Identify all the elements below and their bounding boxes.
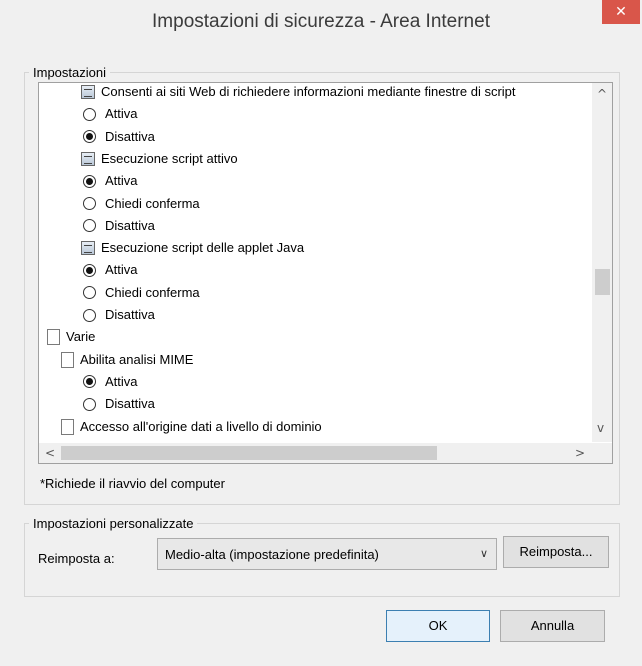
settings-group-legend: Impostazioni <box>33 65 106 80</box>
radio-option[interactable]: Disattiva <box>83 304 155 326</box>
document-icon <box>61 351 74 368</box>
vertical-scroll-thumb[interactable] <box>595 269 610 295</box>
tree-item-label: Chiedi conferma <box>105 284 200 300</box>
title-bar: Impostazioni di sicurezza - Area Interne… <box>0 0 642 42</box>
tree-item-label: Disattiva <box>105 396 155 412</box>
horizontal-scrollbar[interactable]: < > <box>39 443 592 463</box>
radio-empty-icon[interactable] <box>83 286 96 300</box>
tree-item-label: Disattiva <box>105 128 155 144</box>
tree-item-label: Attiva <box>105 106 138 122</box>
cancel-button[interactable]: Annulla <box>500 610 605 642</box>
radio-option[interactable]: Disattiva <box>83 393 155 415</box>
document-icon <box>47 329 60 346</box>
radio-option[interactable]: Chiedi conferma <box>83 193 200 215</box>
tree-item-label: Esecuzione script attivo <box>101 150 238 166</box>
tree-item-label: Consenti ai siti Web di richiedere infor… <box>101 84 516 99</box>
radio-empty-icon[interactable] <box>83 308 96 322</box>
settings-icon <box>81 241 95 256</box>
ok-button[interactable]: OK <box>386 610 490 642</box>
scroll-up-icon[interactable]: ^ <box>597 87 607 101</box>
document-icon <box>61 418 74 435</box>
radio-option[interactable]: Chiedi conferma <box>83 282 200 304</box>
radio-empty-icon[interactable] <box>83 107 96 121</box>
tree-item-label: Esecuzione script delle applet Java <box>101 240 305 256</box>
radio-option[interactable]: Attiva <box>83 170 138 192</box>
radio-empty-icon[interactable] <box>83 397 96 411</box>
tree-item-label: Abilita analisi MIME <box>80 351 194 367</box>
settings-icon <box>81 85 95 99</box>
tree-item-setting[interactable]: Esecuzione script delle applet Java <box>81 237 304 259</box>
reset-level-select[interactable]: Medio-alta (impostazione predefinita) ∨ <box>157 538 497 570</box>
scroll-down-icon[interactable]: v <box>597 421 604 435</box>
tree-item-label: Varie <box>66 329 96 345</box>
radio-option[interactable]: Disattiva <box>83 126 155 148</box>
tree-item-label: Accesso all'origine dati a livello di do… <box>80 418 322 434</box>
tree-item-subsetting[interactable]: Abilita analisi MIME <box>61 349 193 371</box>
radio-empty-icon[interactable] <box>83 219 96 233</box>
radio-selected-icon[interactable] <box>83 375 96 389</box>
tree-item-label: Attiva <box>105 173 138 189</box>
radio-selected-icon[interactable] <box>83 263 96 277</box>
scrollbar-corner <box>592 443 612 463</box>
horizontal-scroll-thumb[interactable] <box>61 446 437 460</box>
radio-option[interactable]: Attiva <box>83 259 138 281</box>
tree-item-setting[interactable]: Consenti ai siti Web di richiedere infor… <box>81 83 516 103</box>
chevron-down-icon: ∨ <box>479 547 488 560</box>
vertical-scrollbar[interactable]: ^ v <box>592 83 612 442</box>
tree-item-label: Attiva <box>105 373 138 389</box>
tree-item-subsetting[interactable]: Accesso all'origine dati a livello di do… <box>61 416 322 438</box>
tree-item-label: Disattiva <box>105 307 155 322</box>
radio-option[interactable]: Attiva <box>83 103 138 125</box>
close-button[interactable]: ✕ <box>602 0 640 24</box>
tree-item-label: Attiva <box>105 262 138 278</box>
radio-option[interactable]: Attiva <box>83 371 138 393</box>
radio-selected-icon[interactable] <box>83 174 96 188</box>
tree-item-category[interactable]: Varie <box>47 326 95 348</box>
reset-to-label: Reimposta a: <box>38 551 115 566</box>
reset-level-value: Medio-alta (impostazione predefinita) <box>165 547 379 562</box>
reset-button[interactable]: Reimposta... <box>503 536 609 568</box>
tree-item-label: Disattiva <box>105 217 155 233</box>
scroll-right-icon[interactable]: > <box>575 446 585 460</box>
custom-settings-legend: Impostazioni personalizzate <box>33 516 194 531</box>
restart-note: *Richiede il riavvio del computer <box>40 476 225 491</box>
close-icon: ✕ <box>615 4 627 20</box>
tree-item-label: Chiedi conferma <box>105 195 200 211</box>
settings-icon <box>81 151 95 166</box>
radio-option[interactable]: Disattiva <box>83 215 155 237</box>
tree-item-setting[interactable]: Esecuzione script attivo <box>81 148 238 170</box>
radio-selected-icon[interactable] <box>83 130 96 144</box>
window-title: Impostazioni di sicurezza - Area Interne… <box>152 11 490 32</box>
radio-empty-icon[interactable] <box>83 197 96 210</box>
scroll-left-icon[interactable]: < <box>45 446 55 460</box>
settings-tree[interactable]: Accesso all'origine dati a livello di do… <box>38 82 613 464</box>
